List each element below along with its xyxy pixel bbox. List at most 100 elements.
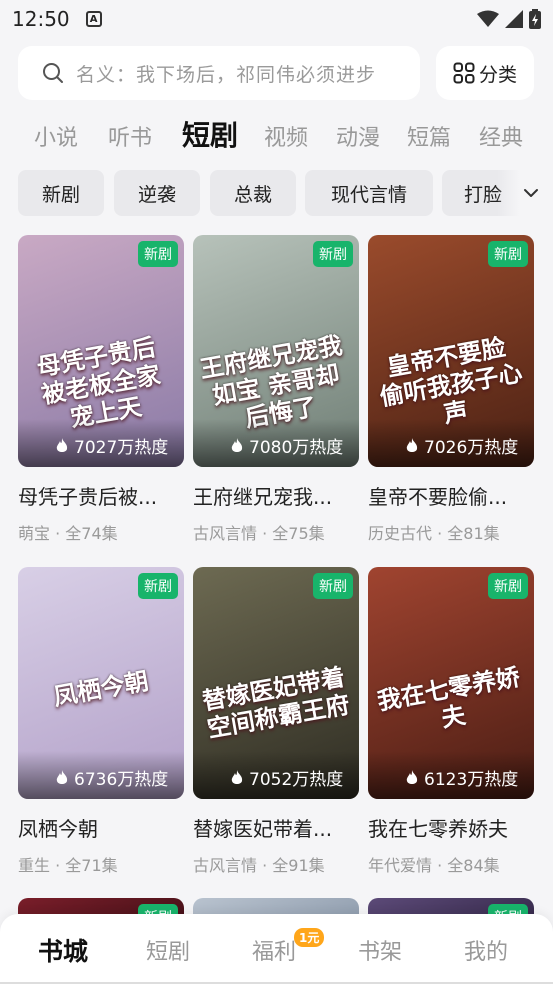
grid-icon [453, 62, 475, 84]
cover-title-art: 凤栖今朝 [51, 665, 151, 712]
new-drama-badge: 新剧 [138, 241, 178, 267]
content-tabs: 小说 听书 短剧 视频 动漫 短篇 经典 [0, 112, 553, 160]
nav-bookstore[interactable]: 书城 [38, 932, 88, 968]
flame-icon [406, 770, 418, 784]
heat-value: 7052万热度 [249, 770, 344, 790]
drama-title[interactable]: 凤栖今朝 [18, 813, 184, 842]
meta-separator: · [432, 856, 448, 875]
drama-meta: 古风言情 · 全91集 [193, 852, 359, 876]
category-button[interactable]: 分类 [436, 46, 534, 100]
new-drama-badge: 新剧 [488, 241, 528, 267]
heat-indicator: 6736万热度 [18, 751, 184, 799]
drama-meta: 重生 · 全71集 [18, 852, 184, 876]
tab-short-story[interactable]: 短篇 [407, 120, 451, 152]
chip-new[interactable]: 新剧 [18, 170, 104, 216]
new-drama-badge: 新剧 [313, 241, 353, 267]
cover-title-art: 替嫁医妃带着 空间称霸王府 [200, 661, 352, 744]
tab-classic[interactable]: 经典 [479, 120, 523, 152]
drama-title[interactable]: 母凭子贵后被... [18, 481, 184, 510]
drama-card[interactable]: 新剧 我在七零养娇夫 6123万热度 我在七零养娇夫 年代爱情 · 全84集 [368, 567, 534, 876]
heat-value: 7026万热度 [424, 438, 519, 458]
genre-chips: 新剧 逆袭 总裁 现代言情 打脸 [0, 170, 553, 216]
drama-card[interactable]: 新剧 王府继兄宠我如宝 亲哥却后悔了 7080万热度王府继兄宠我... 古风言情 · … [193, 235, 359, 544]
tab-anime[interactable]: 动漫 [336, 120, 380, 152]
drama-episodes: 全84集 [447, 856, 500, 875]
drama-episodes: 全75集 [272, 524, 325, 543]
drama-cover[interactable]: 新剧 母凭子贵后 被老板全家 宠上天 7027万热度 [18, 235, 184, 467]
drama-genre: 古风言情 [193, 856, 258, 875]
category-button-label: 分类 [478, 63, 517, 86]
chip-comeback[interactable]: 逆袭 [114, 170, 200, 216]
heat-indicator: 7080万热度 [193, 419, 359, 467]
drama-meta: 古风言情 · 全75集 [193, 520, 359, 544]
drama-episodes: 全91集 [272, 856, 325, 875]
meta-separator: · [50, 856, 66, 875]
search-icon [43, 63, 63, 83]
chip-modern-romance[interactable]: 现代言情 [305, 170, 433, 216]
welfare-badge: 1元 [294, 928, 325, 947]
drama-title[interactable]: 替嫁医妃带着... [193, 813, 359, 842]
flame-icon [56, 438, 68, 452]
heat-indicator: 6123万热度 [368, 751, 534, 799]
drama-cover[interactable]: 新剧凤栖今朝 6736万热度 [18, 567, 184, 799]
drama-title[interactable]: 王府继兄宠我... [193, 481, 359, 510]
heat-value: 6736万热度 [74, 770, 169, 790]
meta-separator: · [432, 524, 448, 543]
heat-indicator: 7027万热度 [18, 419, 184, 467]
drama-card[interactable]: 新剧 母凭子贵后 被老板全家 宠上天 7027万热度母凭子贵后被... 萌宝 · 全7… [18, 235, 184, 544]
nav-welfare[interactable]: 福利 [252, 934, 296, 966]
drama-title[interactable]: 皇帝不要脸偷... [368, 481, 534, 510]
signal-icon [505, 10, 523, 28]
flame-icon [56, 770, 68, 784]
status-time: 12:50 [12, 7, 70, 31]
tab-novel[interactable]: 小说 [34, 120, 78, 152]
drama-cover[interactable]: 新剧 皇帝不要脸 偷听我孩子心声 7026万热度 [368, 235, 534, 467]
tab-video[interactable]: 视频 [264, 120, 308, 152]
drama-genre: 历史古代 [368, 524, 433, 543]
cover-title-art: 我在七零养娇夫 [375, 661, 522, 733]
drama-genre: 萌宝 [18, 524, 51, 543]
new-drama-badge: 新剧 [138, 573, 178, 599]
drama-episodes: 全74集 [65, 524, 118, 543]
tab-audiobook[interactable]: 听书 [108, 120, 152, 152]
new-drama-badge: 新剧 [488, 573, 528, 599]
chevron-down-icon [524, 189, 538, 197]
drama-card[interactable]: 新剧 凤栖今朝 6736万热度 凤栖今朝 重生 · 全71集 [18, 567, 184, 876]
drama-meta: 年代爱情 · 全84集 [368, 852, 534, 876]
drama-meta: 历史古代 · 全81集 [368, 520, 534, 544]
drama-cover[interactable]: 新剧替嫁医妃带着 空间称霸王府 7052万热度 [193, 567, 359, 799]
drama-card[interactable]: 新剧替嫁医妃带着 空间称霸王府 7052万热度替嫁医妃带着... 古风言情 · 全9… [193, 567, 359, 876]
drama-genre: 重生 [18, 856, 51, 875]
flame-icon [406, 438, 418, 452]
drama-genre: 年代爱情 [368, 856, 433, 875]
meta-separator: · [257, 524, 273, 543]
drama-meta: 萌宝 · 全74集 [18, 520, 184, 544]
nav-profile[interactable]: 我的 [464, 934, 508, 966]
tab-short-drama[interactable]: 短剧 [182, 114, 238, 154]
chip-ceo[interactable]: 总裁 [210, 170, 296, 216]
drama-card[interactable]: 新剧 皇帝不要脸 偷听我孩子心声 7026万热度皇帝不要脸偷... 历史古代 · 全8… [368, 235, 534, 544]
status-icons [477, 9, 541, 29]
notification-icon: A [85, 11, 102, 27]
meta-separator: · [257, 856, 273, 875]
nav-short-drama[interactable]: 短剧 [146, 934, 190, 966]
heat-indicator: 7026万热度 [368, 419, 534, 467]
drama-episodes: 全71集 [65, 856, 118, 875]
drama-cover[interactable]: 新剧 王府继兄宠我如宝 亲哥却后悔了 7080万热度 [193, 235, 359, 467]
new-drama-badge: 新剧 [313, 573, 353, 599]
heat-value: 6123万热度 [424, 770, 519, 790]
wifi-icon [477, 10, 499, 27]
search-bar[interactable]: 名义：我下场后，祁同伟必须进步 [18, 46, 420, 100]
chips-expand[interactable] [497, 170, 553, 216]
nav-bookshelf[interactable]: 书架 [358, 934, 402, 966]
search-placeholder: 名义：我下场后，祁同伟必须进步 [76, 63, 377, 86]
status-bar: 12:50 A [0, 0, 553, 38]
drama-genre: 古风言情 [193, 524, 258, 543]
drama-episodes: 全81集 [447, 524, 500, 543]
heat-indicator: 7052万热度 [193, 751, 359, 799]
drama-cover[interactable]: 新剧我在七零养娇夫 6123万热度 [368, 567, 534, 799]
meta-separator: · [50, 524, 66, 543]
flame-icon [231, 770, 243, 784]
flame-icon [231, 438, 243, 452]
drama-title[interactable]: 我在七零养娇夫 [368, 813, 534, 842]
